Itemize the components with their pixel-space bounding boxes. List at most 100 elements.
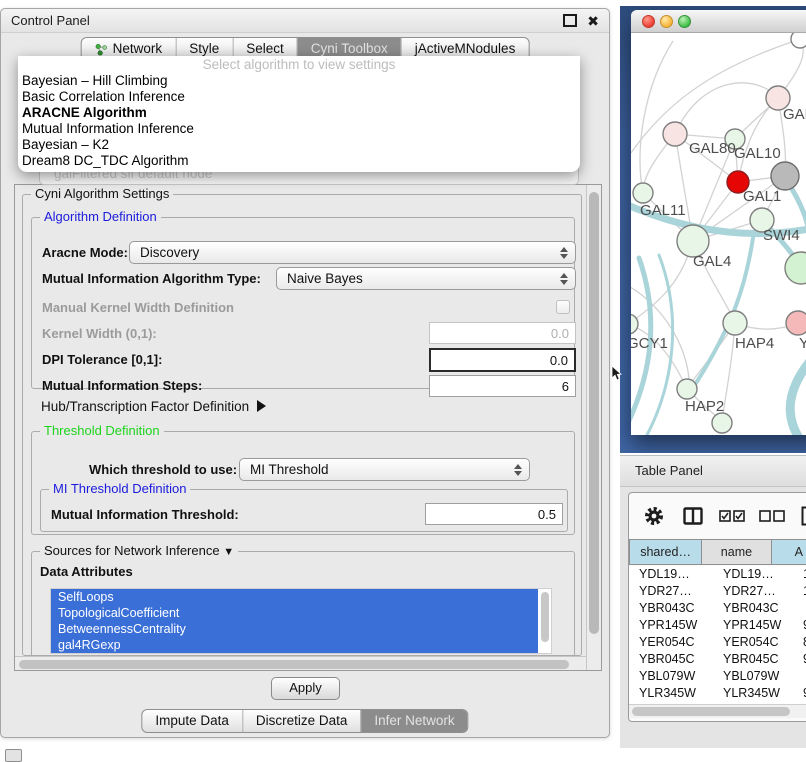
dpi-tolerance-input[interactable]: 0.0	[429, 348, 576, 372]
data-attributes-label: Data Attributes	[40, 564, 133, 579]
stepper-arrows-icon	[514, 464, 522, 476]
table-toolbar	[629, 493, 806, 539]
dropdown-option-aracne[interactable]: ARACNE Algorithm	[18, 105, 580, 121]
table-rows: YDL19…YDL19…13 YDR27…YDR27…12 YBR043CYBR…	[629, 566, 806, 704]
group-cyni-algorithm-settings: Cyni Algorithm Settings Algorithm Defini…	[22, 194, 582, 656]
apply-button[interactable]: Apply	[271, 677, 340, 700]
group-algorithm-definition: Algorithm Definition Aracne Mode: Discov…	[31, 217, 575, 389]
mi-type-label: Mutual Information Algorithm Type:	[42, 271, 261, 286]
dropdown-placeholder: Select algorithm to view settings	[18, 56, 580, 73]
mi-type-select[interactable]: Naive Bayes	[276, 267, 576, 290]
tab-impute-data[interactable]: Impute Data	[142, 710, 242, 732]
node-label: GAL	[783, 106, 806, 123]
tab-infer-network[interactable]: Infer Network	[360, 710, 467, 732]
network-icon	[95, 43, 108, 56]
control-panel-titlebar: Control Panel ✖	[1, 9, 609, 33]
minimize-window-icon[interactable]	[660, 15, 673, 28]
new-table-icon[interactable]	[801, 506, 806, 526]
gear-icon[interactable]	[643, 505, 665, 527]
manual-kernel-checkbox[interactable]	[556, 300, 570, 314]
node-label: GCY1	[631, 335, 668, 352]
dropdown-option[interactable]: Basic Correlation Inference	[18, 89, 580, 105]
node-label: Y	[799, 335, 806, 352]
network-window-titlebar[interactable]	[631, 10, 806, 33]
column-header-shared-name[interactable]: shared…	[629, 539, 702, 565]
group-threshold-definition: Threshold Definition Which threshold to …	[31, 431, 575, 535]
group-mi-threshold: MI Threshold Definition Mutual Informati…	[40, 489, 568, 532]
manual-kernel-label: Manual Kernel Width Definition	[42, 300, 234, 315]
dropdown-option[interactable]: Bayesian – K2	[18, 137, 580, 153]
table-row[interactable]: YBR045CYBR045C9.	[629, 651, 806, 668]
float-panel-icon[interactable]	[563, 14, 577, 27]
node-label: GAL4	[693, 253, 731, 270]
node-label: GAL80	[689, 140, 736, 157]
node-label: GAL11	[640, 202, 686, 219]
tab-discretize-data[interactable]: Discretize Data	[242, 710, 361, 732]
table-panel: shared… name A YDL19…YDL19…13 YDR27…YDR2…	[628, 492, 806, 722]
table-row[interactable]: YPR145WYPR145W9.	[629, 617, 806, 634]
stepper-arrows-icon	[560, 273, 568, 285]
mi-threshold-label: Mutual Information Threshold:	[51, 507, 239, 522]
mi-steps-input[interactable]: 6	[429, 375, 576, 397]
table-row[interactable]: YLR345WYLR345W9.	[629, 685, 806, 702]
group-sources: Sources for Network Inference ▼ Data Att…	[31, 551, 575, 657]
select-all-rows-icon[interactable]	[719, 510, 745, 522]
group-title: Cyni Algorithm Settings	[31, 186, 173, 202]
cyni-settings-pane: Cyni Algorithm Settings Algorithm Defini…	[14, 184, 602, 671]
close-window-icon[interactable]	[642, 15, 655, 28]
dropdown-option[interactable]: Bayesian – Hill Climbing	[18, 73, 580, 89]
network-canvas[interactable]: GAL GAL80 GAL10 GAL1 GAL11 SWI4 GAL4 GCY…	[631, 33, 806, 435]
aracne-mode-label: Aracne Mode:	[42, 245, 128, 260]
table-row[interactable]: YER054CYER054C8.	[629, 634, 806, 651]
attribute-item[interactable]: SelfLoops	[51, 589, 544, 605]
mi-steps-label: Mutual Information Steps:	[42, 378, 202, 393]
algorithm-dropdown-list: Select algorithm to view settings Bayesi…	[18, 56, 580, 172]
mi-threshold-input[interactable]: 0.5	[425, 503, 563, 525]
table-header-row: shared… name A	[629, 539, 806, 565]
which-threshold-select[interactable]: MI Threshold	[239, 458, 530, 481]
kernel-width-label: Kernel Width (0,1):	[42, 326, 157, 341]
network-desktop: GAL GAL80 GAL10 GAL1 GAL11 SWI4 GAL4 GCY…	[620, 6, 806, 453]
dropdown-option[interactable]: Mutual Information Inference	[18, 121, 580, 137]
network-graph: GAL GAL80 GAL10 GAL1 GAL11 SWI4 GAL4 GCY…	[631, 33, 806, 435]
mouse-cursor	[611, 366, 623, 382]
sources-title: Sources for Network Inference	[44, 543, 220, 558]
node-label: GAL1	[743, 188, 781, 205]
zoom-window-icon[interactable]	[678, 15, 691, 28]
kernel-width-input: 0.0	[429, 322, 576, 344]
table-row[interactable]: YBL079WYBL079W	[629, 668, 806, 685]
data-attributes-list[interactable]: SelfLoops TopologicalCoefficient Between…	[50, 588, 552, 654]
node-label: SWI4	[763, 227, 800, 244]
list-scrollbar[interactable]	[538, 589, 551, 653]
collapse-arrow-icon[interactable]: ▼	[223, 546, 234, 558]
attribute-item[interactable]: BetweennessCentrality	[51, 621, 544, 637]
minimized-panel-icon[interactable]	[5, 749, 22, 762]
table-row[interactable]: YDR27…YDR27…12	[629, 583, 806, 600]
deselect-all-rows-icon[interactable]	[759, 510, 785, 522]
column-header-third[interactable]: A	[772, 539, 806, 565]
table-panel-title: Table Panel	[620, 456, 806, 487]
attribute-item[interactable]: gal4RGexp	[51, 637, 544, 653]
hub-definition-expander[interactable]: Hub/Transcription Factor Definition	[41, 399, 266, 414]
column-header-name[interactable]: name	[702, 539, 772, 565]
dropdown-option[interactable]: Dream8 DC_TDC Algorithm	[18, 153, 580, 169]
node-label: GAL10	[734, 145, 781, 162]
attribute-item[interactable]: TopologicalCoefficient	[51, 605, 544, 621]
settings-horizontal-scrollbar[interactable]	[15, 656, 588, 671]
settings-vertical-scrollbar[interactable]	[586, 185, 601, 671]
stepper-arrows-icon	[560, 247, 568, 259]
expander-arrow-icon	[257, 400, 266, 412]
columns-icon[interactable]	[683, 507, 703, 525]
aracne-mode-select[interactable]: Discovery	[129, 241, 576, 264]
table-row[interactable]: YBR043CYBR043C	[629, 600, 806, 617]
cyni-bottom-tabbar: Impute Data Discretize Data Infer Networ…	[141, 709, 468, 733]
table-panel-section: Table Panel	[620, 455, 806, 748]
table-row[interactable]: YDL19…YDL19…13	[629, 566, 806, 583]
node-table: shared… name A	[629, 539, 806, 565]
network-view-window[interactable]: GAL GAL80 GAL10 GAL1 GAL11 SWI4 GAL4 GCY…	[631, 10, 806, 435]
node-label: HAP4	[735, 335, 774, 352]
close-panel-icon[interactable]: ✖	[587, 14, 599, 28]
control-panel-title: Control Panel	[11, 13, 90, 28]
node-label: HAP2	[685, 398, 724, 415]
table-horizontal-scrollbar[interactable]	[629, 704, 806, 718]
